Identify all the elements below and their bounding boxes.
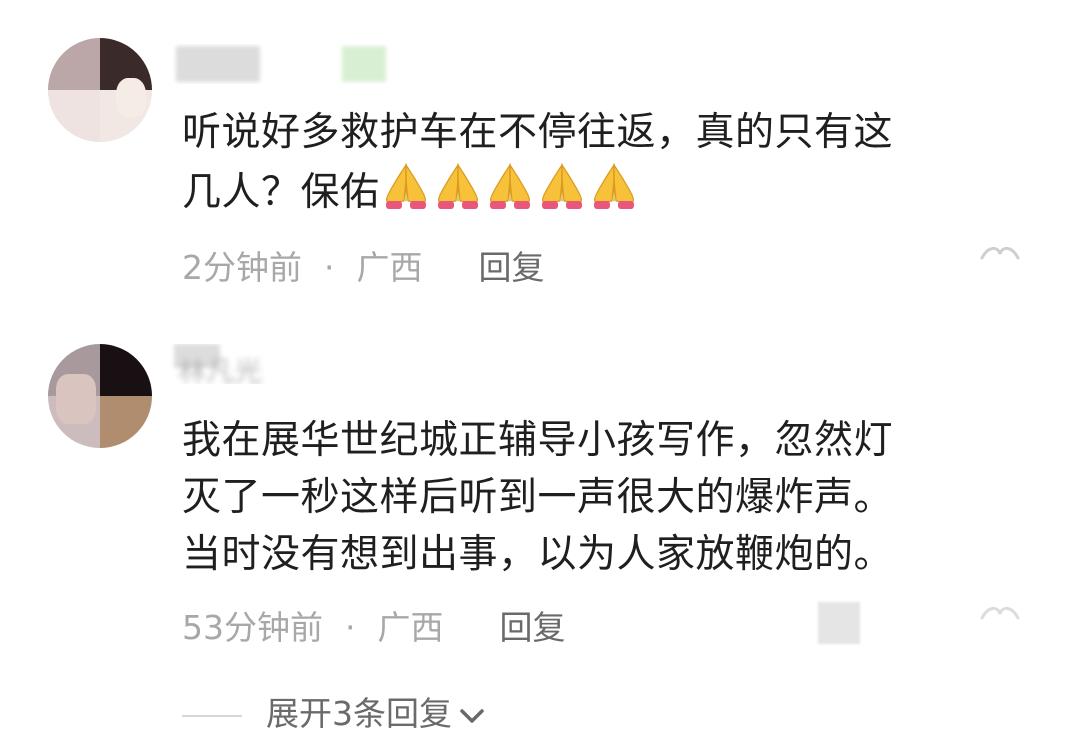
meta-separator: · (345, 608, 356, 647)
avatar[interactable] (48, 344, 152, 448)
comment-text: 我在展华世纪城正辅导小孩写作，忽然灯 灭了一秒这样后听到一声很大的爆炸声。 当时… (182, 412, 1012, 583)
comment-meta: 2分钟前 · 广西 回复 (182, 246, 545, 290)
username-censored[interactable]: 林凡光 (170, 344, 330, 384)
timestamp: 2分钟前 (182, 248, 302, 287)
folded-hands-emoji (385, 163, 426, 209)
like-icon[interactable] (980, 604, 1020, 624)
folded-hands-emoji (541, 163, 582, 209)
emoji-group (380, 163, 640, 215)
folded-hands-emoji (593, 163, 634, 209)
avatar[interactable] (48, 38, 152, 142)
comment-text-line: 灭了一秒这样后听到一声很大的爆炸声。 (182, 475, 894, 520)
timestamp: 53分钟前 (182, 608, 323, 647)
reply-button[interactable]: 回复 (500, 608, 566, 647)
chevron-down-icon (460, 708, 484, 723)
divider (182, 714, 242, 717)
location: 广西 (356, 248, 423, 287)
comment-text-line: 我在展华世纪城正辅导小孩写作，忽然灯 (182, 418, 894, 463)
comment-item: 林凡光 我在展华世纪城正辅导小孩写作，忽然灯 灭了一秒这样后听到一声很大的爆炸声… (0, 330, 1080, 680)
comment-text-line: 当时没有想到出事，以为人家放鞭炮的。 (182, 532, 894, 577)
folded-hands-emoji (489, 163, 530, 209)
username-censored[interactable] (170, 44, 400, 84)
expand-replies-label: 展开3条回复 (266, 694, 452, 733)
location: 广西 (377, 608, 444, 647)
censored-region (818, 602, 860, 644)
comment-text: 听说好多救护车在不停往返，真的只有这 几人？保佑 (182, 104, 1012, 221)
meta-separator: · (324, 248, 335, 287)
expand-replies-button[interactable]: 展开3条回复 (182, 692, 486, 736)
comment-text-line: 几人？保佑 (182, 161, 1012, 221)
username: 林凡光 (178, 355, 263, 384)
comment-text-line: 听说好多救护车在不停往返，真的只有这 (182, 110, 894, 155)
reply-button[interactable]: 回复 (479, 248, 545, 287)
folded-hands-emoji (437, 163, 478, 209)
comment-item: 听说好多救护车在不停往返，真的只有这 几人？保佑 2分钟前 · 广西 回复 (0, 0, 1080, 330)
comment-meta: 53分钟前 · 广西 回复 (182, 606, 566, 650)
like-icon[interactable] (980, 244, 1020, 264)
